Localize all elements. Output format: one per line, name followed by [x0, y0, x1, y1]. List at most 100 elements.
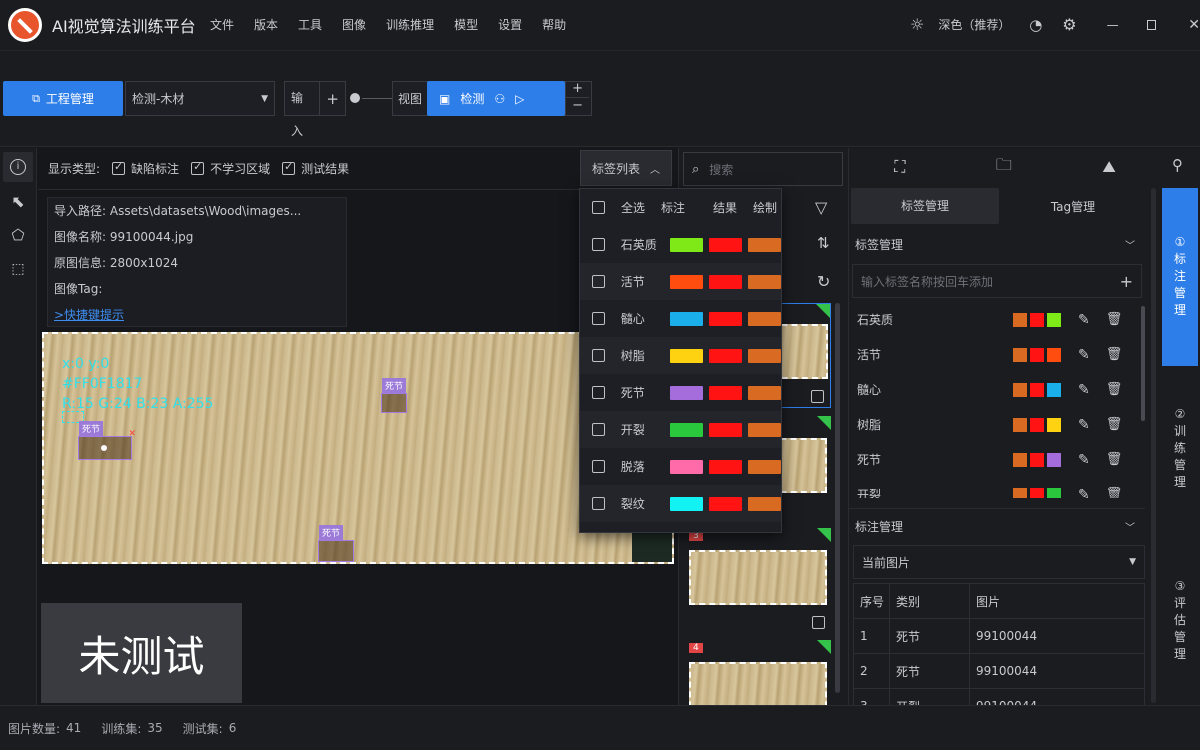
label-item[interactable]: 死节 ✎ 🗑: [849, 442, 1139, 477]
trash-icon[interactable]: 🗑: [1106, 382, 1123, 397]
trash-icon[interactable]: 🗑: [1106, 312, 1123, 327]
menu-file[interactable]: 文件: [210, 16, 234, 33]
shortcut-hint-link[interactable]: >快捷键提示: [54, 302, 346, 328]
table-row[interactable]: 1 死节 99100044: [853, 618, 1145, 654]
label-row-checkbox[interactable]: [592, 497, 605, 510]
annotation-color-swatch[interactable]: [1047, 487, 1061, 498]
project-management-button[interactable]: ⧉ 工程管理: [3, 81, 123, 116]
trash-icon[interactable]: 🗑: [1106, 347, 1123, 362]
label-list-button[interactable]: 标签列表 ︿: [580, 150, 672, 186]
menu-version[interactable]: 版本: [254, 16, 278, 33]
annotation-color-swatch[interactable]: [1047, 417, 1061, 432]
label-list-row[interactable]: 髓心: [580, 300, 782, 337]
draw-color-swatch[interactable]: [747, 348, 782, 363]
result-color-swatch[interactable]: [708, 459, 742, 474]
delete-x-icon[interactable]: ✕: [128, 429, 136, 439]
scope-select[interactable]: 当前图片 ▼: [853, 545, 1145, 579]
annotation-color-swatch[interactable]: [1047, 452, 1061, 467]
tab-label-management[interactable]: 标签管理: [851, 188, 999, 224]
annot-section-header[interactable]: 标注管理 ﹀: [849, 508, 1145, 544]
refresh-icon[interactable]: ↻: [817, 272, 830, 291]
label-item[interactable]: 树脂 ✎ 🗑: [849, 407, 1139, 442]
image-icon[interactable]: ⛰: [1102, 157, 1115, 177]
tab-tag-management[interactable]: Tag管理: [999, 198, 1147, 215]
menu-tools[interactable]: 工具: [298, 16, 322, 33]
label-list-row[interactable]: 裂纹: [580, 485, 782, 522]
add-label-input[interactable]: 输入标签名称按回车添加 +: [852, 264, 1142, 298]
table-row[interactable]: 3开裂99100044: [853, 688, 1145, 705]
edit-icon[interactable]: ✎: [1078, 487, 1090, 499]
thumbnail-card[interactable]: 4: [683, 640, 831, 705]
add-icon[interactable]: +: [1120, 272, 1133, 291]
label-item[interactable]: 开裂 ✎ 🗑: [849, 477, 1139, 498]
search-box[interactable]: ⌕ 搜索: [683, 152, 843, 186]
filter-icon[interactable]: ▽: [815, 198, 827, 217]
label-row-checkbox[interactable]: [592, 312, 605, 325]
menu-settings[interactable]: 设置: [498, 16, 522, 33]
palette-icon[interactable]: ◔: [1029, 16, 1042, 34]
thumbnail-scrollbar[interactable]: [835, 303, 840, 693]
draw-color-swatch[interactable]: [747, 496, 782, 511]
folder-icon[interactable]: 🗀: [996, 154, 1012, 181]
result-color-swatch[interactable]: [708, 274, 742, 289]
result-color-swatch[interactable]: [708, 311, 742, 326]
result-color-swatch[interactable]: [708, 496, 742, 511]
result-color-swatch[interactable]: [1030, 452, 1044, 467]
draw-color-swatch[interactable]: [747, 385, 782, 400]
menu-help[interactable]: 帮助: [542, 16, 566, 33]
annotation-color-swatch[interactable]: [1047, 382, 1061, 397]
draw-color-swatch[interactable]: [747, 459, 782, 474]
draw-color-swatch[interactable]: [747, 237, 782, 252]
menu-model[interactable]: 模型: [454, 16, 478, 33]
result-color-swatch[interactable]: [708, 385, 742, 400]
label-list-row[interactable]: 脱落: [580, 448, 782, 485]
edit-icon[interactable]: ✎: [1078, 347, 1090, 363]
maximize-icon[interactable]: [1146, 19, 1157, 30]
result-color-swatch[interactable]: [1030, 487, 1044, 498]
pin-icon[interactable]: ⚲: [1172, 156, 1183, 174]
play-icon[interactable]: ▷: [515, 92, 524, 106]
add-node-button[interactable]: +: [566, 81, 590, 98]
table-row[interactable]: 2 死节 99100044: [853, 653, 1145, 689]
select-all-checkbox[interactable]: [592, 201, 605, 214]
selection-icon[interactable]: ⬚: [3, 254, 33, 284]
label-row-checkbox[interactable]: [592, 386, 605, 399]
project-select[interactable]: 检测-木材 ▼: [125, 81, 275, 116]
result-color-swatch[interactable]: [708, 348, 742, 363]
info-icon[interactable]: i: [3, 152, 33, 182]
label-list-row[interactable]: 活节: [580, 263, 782, 300]
thumbnail-checkbox[interactable]: [812, 616, 825, 629]
draw-color-swatch[interactable]: [1013, 487, 1027, 498]
label-item[interactable]: 石英质 ✎ 🗑: [849, 302, 1139, 337]
draw-color-swatch[interactable]: [1013, 382, 1027, 397]
trash-icon[interactable]: 🗑: [1106, 487, 1123, 498]
draw-color-swatch[interactable]: [1013, 452, 1027, 467]
annotation-color-swatch[interactable]: [669, 496, 703, 511]
tab-annotation-management[interactable]: ① 标 注 管 理: [1162, 188, 1198, 366]
add-input-button[interactable]: +: [320, 90, 345, 108]
pointer-icon[interactable]: ⬉: [3, 186, 33, 216]
result-color-swatch[interactable]: [1030, 417, 1044, 432]
trash-icon[interactable]: 🗑: [1106, 452, 1123, 467]
label-list-row[interactable]: 开裂: [580, 411, 782, 448]
thumbnail-card[interactable]: 3: [683, 528, 831, 633]
input-node[interactable]: 输入 +: [284, 81, 346, 138]
result-color-swatch[interactable]: [1030, 382, 1044, 397]
sun-icon[interactable]: ☼: [910, 15, 924, 34]
theme-label[interactable]: 深色（推荐）: [938, 16, 1010, 33]
edit-icon[interactable]: ✎: [1078, 452, 1090, 468]
draw-color-swatch[interactable]: [747, 274, 782, 289]
draw-color-swatch[interactable]: [1013, 347, 1027, 362]
no-learn-region-checkbox[interactable]: ✓: [191, 160, 205, 175]
label-row-checkbox[interactable]: [592, 349, 605, 362]
label-row-checkbox[interactable]: [592, 460, 605, 473]
result-color-swatch[interactable]: [708, 237, 742, 252]
annotation-color-swatch[interactable]: [669, 237, 703, 252]
menu-image[interactable]: 图像: [342, 16, 366, 33]
tab-training-management[interactable]: ② 训 练 管 理: [1162, 406, 1198, 491]
trash-icon[interactable]: 🗑: [1106, 417, 1123, 432]
label-item[interactable]: 活节 ✎ 🗑: [849, 337, 1139, 372]
close-icon[interactable]: ✕: [1188, 17, 1200, 33]
edit-icon[interactable]: ✎: [1078, 382, 1090, 398]
defect-annotation-checkbox[interactable]: ✓: [112, 160, 126, 175]
